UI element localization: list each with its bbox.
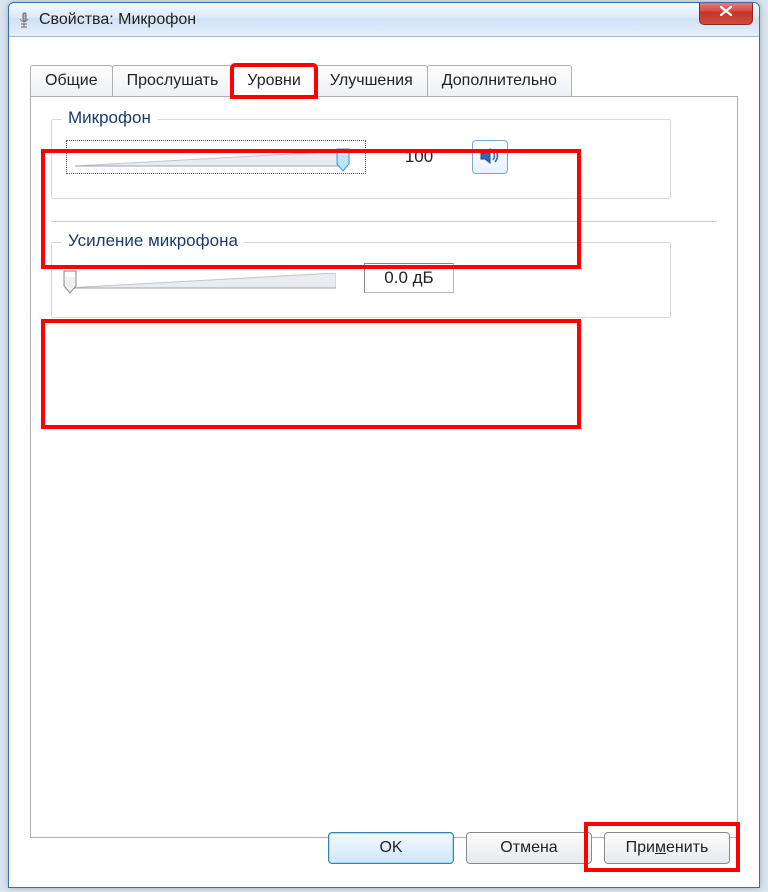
levels-tabpanel: Микрофон (30, 96, 738, 838)
close-button[interactable] (699, 2, 753, 25)
microphone-legend: Микрофон (62, 108, 157, 128)
ok-button[interactable]: OK (328, 832, 454, 864)
tab-advanced[interactable]: Дополнительно (427, 65, 572, 97)
close-icon (719, 4, 733, 21)
titlebar[interactable]: Свойства: Микрофон (9, 3, 759, 37)
properties-dialog: Свойства: Микрофон Общие Прослушать Уров… (8, 2, 760, 888)
mic-boost-group: Усиление микрофона (51, 242, 671, 318)
microphone-slider-thumb[interactable] (335, 147, 351, 173)
speaker-icon (479, 146, 501, 169)
microphone-app-icon (15, 11, 33, 29)
mic-boost-legend: Усиление микрофона (62, 231, 244, 251)
mic-boost-slider[interactable] (66, 263, 356, 293)
mute-toggle-button[interactable] (472, 140, 508, 174)
mic-boost-slider-thumb[interactable] (62, 269, 78, 295)
mic-boost-value: 0.0 дБ (364, 263, 454, 293)
microphone-slider[interactable] (66, 140, 366, 174)
dialog-button-row: OK Отмена Применить (328, 832, 730, 864)
tab-general[interactable]: Общие (30, 65, 113, 97)
microphone-value: 100 (374, 142, 464, 172)
tab-strip: Общие Прослушать Уровни Улучшения Дополн… (20, 48, 748, 96)
apply-button[interactable]: Применить (604, 832, 730, 864)
tab-enhancements[interactable]: Улучшения (315, 65, 428, 97)
highlight-boost-group (41, 319, 581, 429)
microphone-group: Микрофон (51, 119, 671, 199)
tab-listen[interactable]: Прослушать (112, 65, 234, 97)
window-title: Свойства: Микрофон (39, 11, 196, 29)
client-area: Общие Прослушать Уровни Улучшения Дополн… (19, 47, 749, 877)
cancel-button[interactable]: Отмена (466, 832, 592, 864)
divider (51, 221, 717, 222)
tab-levels[interactable]: Уровни (232, 65, 316, 97)
